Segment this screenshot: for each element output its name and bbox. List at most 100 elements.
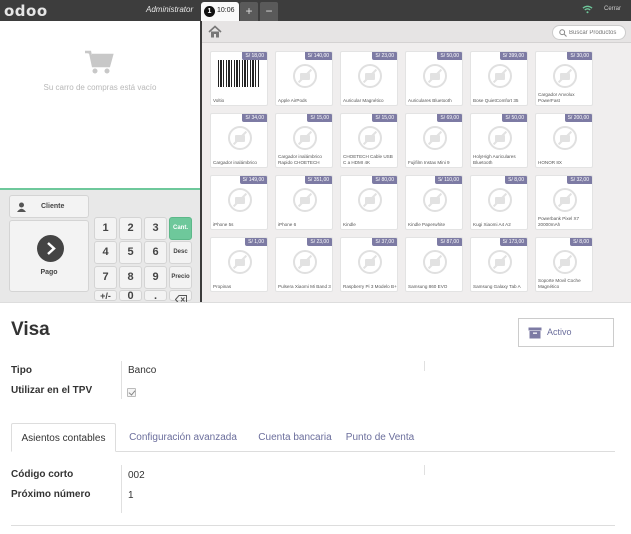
- product-card[interactable]: S/ 80,00 Kindle: [340, 175, 398, 230]
- product-name: Kugi Xiaomi A4 A2: [473, 221, 511, 227]
- order-panel: Su carro de compras está vacío Cliente P…: [0, 21, 200, 304]
- add-order-button[interactable]: +: [240, 2, 258, 21]
- proximo-numero-field[interactable]: 1: [128, 490, 134, 501]
- product-name: Soporte Movil Coche Magnético: [538, 278, 581, 289]
- product-card[interactable]: S/ 149,00 iPhone 5s: [210, 175, 268, 230]
- product-card[interactable]: S/ 18,00 Voltio: [210, 51, 268, 106]
- numpad-key-3[interactable]: 3: [144, 217, 167, 240]
- numpad-key-1[interactable]: 1: [94, 217, 117, 240]
- tipo-field[interactable]: Banco: [128, 365, 156, 376]
- product-name: Fujifilm Instax Mini 9: [408, 159, 450, 165]
- camera-placeholder-icon: [358, 64, 382, 88]
- numpad-key-7[interactable]: 7: [94, 266, 117, 289]
- products-panel: S/ 18,00 Voltio S/ 140,00 Apple AirPods S/ 2…: [202, 21, 631, 302]
- user-icon: [17, 202, 26, 212]
- price-badge: S/ 200,00: [564, 114, 592, 122]
- product-card[interactable]: S/ 32,00 Powerbank Pixel X7 20000mAh: [535, 175, 593, 230]
- order-tab[interactable]: 1 10:06: [201, 2, 239, 21]
- search-input[interactable]: [569, 28, 625, 38]
- price-badge: S/ 69,00: [437, 114, 462, 122]
- price-badge: S/ 18,00: [242, 52, 267, 60]
- price-badge: S/ 15,00: [307, 114, 332, 122]
- price-badge: S/ 50,00: [437, 52, 462, 60]
- price-badge: S/ 149,00: [239, 176, 267, 184]
- field-separator: [424, 361, 425, 371]
- close-button[interactable]: Cerrar: [604, 6, 621, 12]
- remove-order-button[interactable]: −: [260, 2, 278, 21]
- price-badge: S/ 110,00: [434, 176, 462, 184]
- product-card[interactable]: S/ 50,00 Auriculares Bluetooth: [405, 51, 463, 106]
- price-badge: S/ 23,00: [372, 52, 397, 60]
- product-name: HONOR 8X: [538, 159, 562, 165]
- numpad-key-5[interactable]: 5: [119, 241, 142, 264]
- camera-placeholder-icon: [423, 126, 447, 150]
- product-card[interactable]: S/ 23,00 Auricular Magnético: [340, 51, 398, 106]
- camera-placeholder-icon: [423, 188, 447, 212]
- numpad-key-decimal[interactable]: .: [144, 290, 167, 302]
- barcode-image: [218, 60, 260, 87]
- product-name: Kindle Paperwhite: [408, 221, 446, 227]
- camera-placeholder-icon: [488, 188, 512, 212]
- active-toggle-button[interactable]: Activo: [518, 318, 614, 347]
- home-icon[interactable]: [207, 24, 223, 40]
- user-name[interactable]: Administrator: [146, 5, 193, 14]
- product-card[interactable]: S/ 140,00 Apple AirPods: [275, 51, 333, 106]
- product-card[interactable]: S/ 200,00 HONOR 8X: [535, 113, 593, 168]
- product-card[interactable]: S/ 50,00 HolyHigh Auriculares Bluetooth: [470, 113, 528, 168]
- camera-placeholder-icon: [553, 188, 577, 212]
- price-badge: S/ 351,00: [304, 176, 332, 184]
- mode-price-button[interactable]: Precio: [169, 266, 192, 289]
- product-card[interactable]: S/ 15,00 Cargador inalámbrico Rapido CHOE…: [275, 113, 333, 168]
- cart-area: Su carro de compras está vacío: [0, 21, 200, 188]
- camera-placeholder-icon: [293, 250, 317, 274]
- tpv-label: Utilizar en el TPV: [11, 385, 93, 396]
- tab-configuracion-avanzada[interactable]: Configuración avanzada: [121, 423, 245, 452]
- product-card[interactable]: S/ 8,00 Kugi Xiaomi A4 A2: [470, 175, 528, 230]
- price-badge: S/ 32,00: [567, 176, 592, 184]
- numpad-key-8[interactable]: 8: [119, 266, 142, 289]
- product-name: Apple AirPods: [278, 97, 307, 103]
- numpad-key-sign[interactable]: +/-: [94, 290, 117, 301]
- product-card[interactable]: S/ 1,00 Propinas: [210, 237, 268, 292]
- product-card[interactable]: S/ 110,00 Kindle Paperwhite: [405, 175, 463, 230]
- product-card[interactable]: S/ 87,00 Samsung 860 EVO: [405, 237, 463, 292]
- numpad-backspace[interactable]: [169, 290, 192, 304]
- product-card[interactable]: S/ 23,00 Pulsera Xiaomi Mi Band 3: [275, 237, 333, 292]
- codigo-corto-field[interactable]: 002: [128, 470, 145, 481]
- pos-screen: odoo Administrator 1 10:06 + − Cerrar Su…: [0, 0, 631, 304]
- product-card[interactable]: S/ 8,00 Soporte Movil Coche Magnético: [535, 237, 593, 292]
- payment-button[interactable]: Pago: [9, 220, 89, 292]
- price-badge: S/ 8,00: [505, 176, 527, 184]
- tab-cuenta-bancaria[interactable]: Cuenta bancaria: [247, 423, 343, 452]
- product-card[interactable]: S/ 69,00 Fujifilm Instax Mini 9: [405, 113, 463, 168]
- numpad-key-0[interactable]: 0: [119, 290, 142, 302]
- product-card[interactable]: S/ 34,00 Cargador inalámbrico: [210, 113, 268, 168]
- price-badge: S/ 173,00: [499, 238, 527, 246]
- mode-discount-button[interactable]: Desc: [169, 241, 192, 264]
- product-card[interactable]: S/ 15,00 CHOETECH Cable USB C a HDMI 4K: [340, 113, 398, 168]
- cart-icon: [85, 50, 114, 74]
- product-name: Propinas: [213, 283, 232, 289]
- camera-placeholder-icon: [228, 250, 252, 274]
- pos-topbar: odoo Administrator 1 10:06 + − Cerrar: [0, 0, 631, 21]
- camera-placeholder-icon: [423, 250, 447, 274]
- tpv-checkbox[interactable]: [127, 388, 136, 397]
- product-card[interactable]: S/ 30,00 Cargador Anvolux PowerFast: [535, 51, 593, 106]
- tab-asientos-contables[interactable]: Asientos contables: [11, 423, 116, 452]
- product-name: CHOETECH Cable USB C a HDMI 4K: [343, 154, 393, 165]
- product-card[interactable]: S/ 37,00 Raspberry Pi 3 Modelo B+: [340, 237, 398, 292]
- numpad-key-2[interactable]: 2: [119, 217, 142, 240]
- search-box[interactable]: [552, 25, 626, 40]
- numpad-key-6[interactable]: 6: [144, 241, 167, 264]
- proximo-numero-label: Próximo número: [11, 489, 91, 500]
- tab-punto-de-venta[interactable]: Punto de Venta: [339, 423, 421, 452]
- product-name: HolyHigh Auriculares Bluetooth: [473, 154, 516, 165]
- divider: [11, 525, 615, 526]
- product-card[interactable]: S/ 399,00 Bose QuietComfort 35: [470, 51, 528, 106]
- product-card[interactable]: S/ 173,00 Samsung Galaxy Tab A: [470, 237, 528, 292]
- customer-button[interactable]: Cliente: [9, 195, 89, 218]
- numpad-key-4[interactable]: 4: [94, 241, 117, 264]
- numpad-key-9[interactable]: 9: [144, 266, 167, 289]
- mode-quantity-button[interactable]: Cant.: [169, 217, 192, 240]
- product-card[interactable]: S/ 351,00 iPhone 6: [275, 175, 333, 230]
